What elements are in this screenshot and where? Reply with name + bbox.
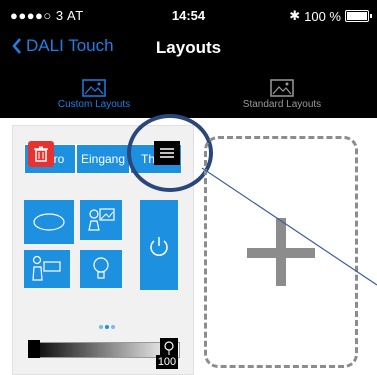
presentation-icon: [32, 255, 61, 281]
image-icon: [82, 78, 106, 97]
battery-percent: 100 %: [304, 8, 341, 24]
slider-value: 100: [156, 355, 178, 369]
power-icon: [150, 237, 168, 256]
page-dot: [99, 325, 103, 329]
tile-power[interactable]: [140, 200, 178, 290]
battery-indicator: ✱ 100 %: [289, 8, 372, 24]
trash-icon: [34, 146, 48, 162]
scene-button-label: Eingang: [80, 152, 126, 166]
battery-icon: [345, 10, 372, 22]
highlight-circle: [127, 114, 213, 192]
ceiling-light-icon: [33, 213, 65, 231]
page-dot: [105, 325, 109, 329]
person-picture-icon: [88, 208, 115, 231]
tile-presentation[interactable]: [24, 250, 70, 288]
tile-person-picture[interactable]: [80, 200, 122, 240]
status-bar: ●●●●○ 3 AT 14:54 ✱ 100 %: [0, 0, 377, 30]
delete-button[interactable]: [28, 141, 54, 167]
plus-icon: [247, 248, 315, 258]
page-title: Layouts: [155, 38, 222, 57]
tab-standard-layouts[interactable]: Standard Layouts: [188, 70, 376, 118]
scene-button-label: ro: [53, 152, 65, 166]
tab-custom-layouts[interactable]: Custom Layouts: [0, 70, 188, 118]
tab-label: Standard Layouts: [242, 98, 322, 110]
page-indicator: [98, 316, 116, 334]
bluetooth-icon: ✱: [289, 8, 301, 23]
tile-ceiling-light[interactable]: [24, 200, 74, 244]
tab-bar: Custom Layouts Standard Layouts: [0, 70, 377, 118]
tab-label: Custom Layouts: [57, 98, 131, 110]
page-dot: [111, 325, 115, 329]
nav-bar: DALI Touch Layouts: [0, 30, 377, 70]
tile-bulb[interactable]: [80, 250, 122, 288]
image-icon: [270, 78, 294, 97]
scene-button[interactable]: Eingang: [76, 144, 130, 174]
light-bulb-icon: [93, 257, 109, 279]
lamp-off-icon: [28, 340, 40, 358]
